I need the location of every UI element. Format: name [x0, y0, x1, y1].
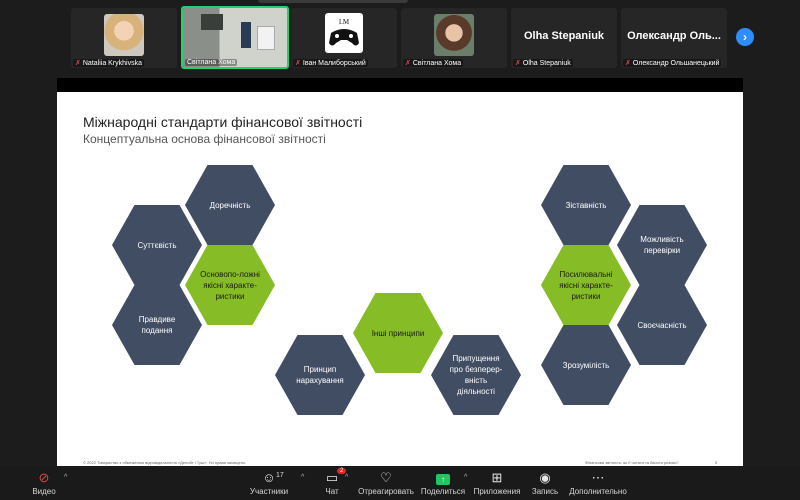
participant-tile[interactable]: ✗ Світлана Хома	[401, 8, 507, 68]
share-screen-icon: ↑	[436, 474, 450, 485]
avatar	[104, 14, 144, 56]
gamepad-icon: I.M	[329, 18, 359, 46]
hex-relevance: Доречність	[185, 165, 275, 245]
slide-title: Міжнародні стандарти фінансової звітност…	[83, 114, 363, 130]
slide-page-number: 5	[715, 460, 718, 465]
slide-footer-copyright: © 2022 Товариство з обмеженою відповідал…	[83, 460, 247, 465]
participant-name: Світлана Хома	[412, 60, 462, 67]
mic-muted-icon: ✗	[295, 60, 301, 67]
chat-icon: ▭	[325, 470, 339, 485]
participant-name: Олександр Ольшанецький	[632, 60, 720, 67]
next-page-button[interactable]: ›	[736, 28, 754, 46]
participants-button[interactable]: ☺ 17 Участники	[239, 470, 299, 496]
hex-verifiability: Можливість перевірки	[617, 205, 707, 285]
meeting-toolbar: ⊘ Видео ^ ☺ 17 Участники ^ ▭ 2 Чат ^ ♡ О…	[0, 466, 800, 500]
slide-top-bar	[57, 78, 743, 92]
video-options-caret-icon[interactable]: ^	[64, 474, 67, 481]
mic-muted-icon: ✗	[75, 60, 81, 67]
avatar	[434, 14, 474, 56]
chat-caret-icon[interactable]: ^	[345, 474, 348, 481]
participant-tile[interactable]: Olha Stepaniuk ✗ Olha Stepaniuk	[511, 8, 617, 68]
participant-display-name: Olha Stepaniuk	[523, 30, 605, 42]
participant-name: Olha Stepaniuk	[522, 60, 571, 67]
slide-subtitle: Концептуальна основа фінансової звітност…	[83, 132, 326, 146]
svg-text:I.M: I.M	[339, 18, 350, 26]
participant-display-name: Олександр Оль...	[627, 30, 721, 42]
mic-muted-icon: ✗	[405, 60, 411, 67]
participant-tile[interactable]: ✗ Nataliia Krykhivska	[71, 8, 177, 68]
hex-enhancing-characteristics: Посилювальні якісні характе-ристики	[541, 245, 631, 325]
participant-tile[interactable]: I.M ✗ Іван Малиборський	[291, 8, 397, 68]
heart-icon: ♡	[380, 470, 392, 485]
participant-strip: ✗ Nataliia Krykhivska Світлана Хома I.M ✗…	[0, 0, 800, 74]
hex-going-concern: Припущення про безперер-вність діяльност…	[431, 335, 521, 415]
mic-muted-icon: ✗	[515, 60, 521, 67]
hex-other-principles: Інші принципи	[353, 293, 443, 373]
more-button[interactable]: ⋯ Дополнительно	[568, 470, 628, 496]
participant-name: Nataliia Krykhivska	[82, 60, 143, 67]
gamepad-avatar: I.M	[325, 13, 363, 53]
shared-slide: Міжнародні стандарти фінансової звітност…	[57, 92, 743, 468]
participant-name: Світлана Хома	[187, 59, 236, 66]
chat-button[interactable]: ▭ 2 Чат	[302, 468, 362, 496]
participant-name: Іван Малиборський	[302, 60, 366, 67]
participants-icon: ☺	[262, 470, 276, 485]
hex-understandability: Зрозумілість	[541, 325, 631, 405]
slide-footer-title: Фінансова звітність: як її читати та бач…	[585, 460, 679, 465]
hex-materiality: Суттєвість	[112, 205, 202, 285]
participant-tile[interactable]: Олександр Оль... ✗ Олександр Ольшанецький	[621, 8, 727, 68]
react-button[interactable]: ♡ Отреагировать	[356, 470, 416, 496]
hex-fundamental-characteristics: Основопо-ложні якісні характе-ристики	[185, 245, 275, 325]
hex-comparability: Зіставність	[541, 165, 631, 245]
mic-muted-icon: ✗	[625, 60, 631, 67]
hex-accrual-principle: Принцип нарахування	[275, 335, 365, 415]
hex-faithful-representation: Правдиве подання	[112, 285, 202, 365]
record-icon: ◉	[539, 470, 551, 485]
more-icon: ⋯	[591, 470, 605, 485]
participants-count: 17	[276, 472, 284, 479]
participant-tile-active-speaker[interactable]: Світлана Хома	[181, 6, 289, 69]
hex-timeliness: Своєчасність	[617, 285, 707, 365]
window-handle[interactable]	[258, 0, 408, 3]
chevron-right-icon: ›	[743, 30, 747, 44]
record-button[interactable]: ◉ Запись	[515, 470, 575, 496]
